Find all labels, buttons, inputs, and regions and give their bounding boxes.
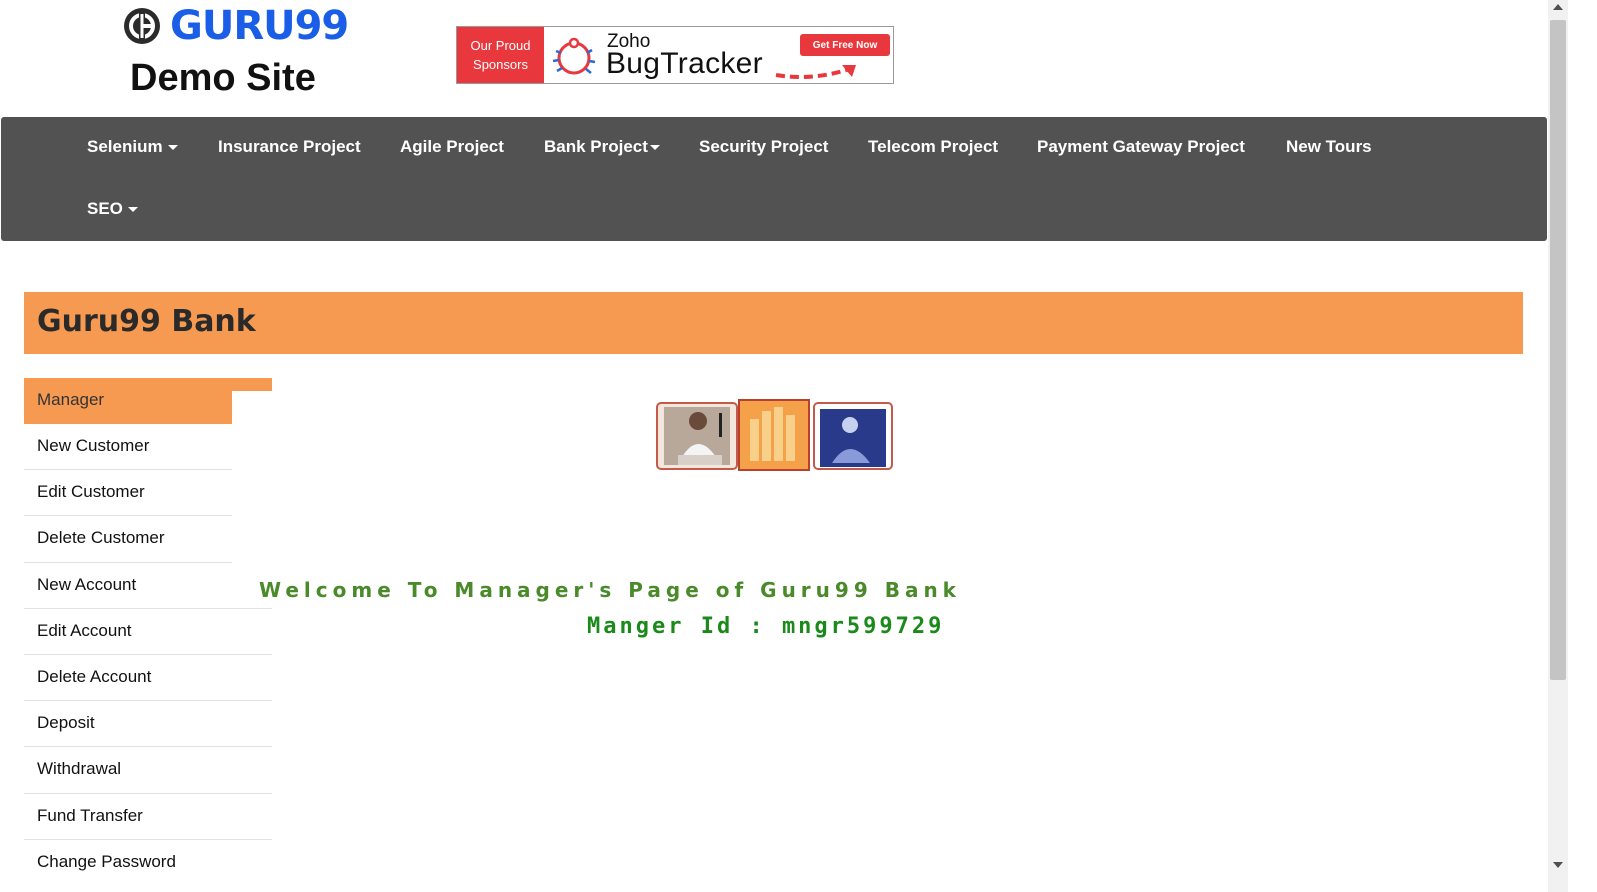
nav-insurance-project-label: Insurance Project <box>218 137 361 156</box>
menu-item-delete-account[interactable]: Delete Account <box>24 655 272 702</box>
scrollbar-thumb[interactable] <box>1550 20 1566 680</box>
sponsor-banner[interactable]: Our Proud Sponsors Zoho BugTracker Get F… <box>456 26 894 84</box>
menu-item-edit-account[interactable]: Edit Account <box>24 609 272 655</box>
menu-item-label: Edit Customer <box>37 482 145 502</box>
menu-item-label: Fund Transfer <box>37 805 143 825</box>
menu-item-withdrawal[interactable]: Withdrawal <box>24 747 272 794</box>
logo-subtitle: Demo Site <box>130 57 316 99</box>
manager-menu: Manager New Customer Edit Customer Delet… <box>24 378 272 886</box>
nav-agile-project[interactable]: Agile Project <box>400 137 504 157</box>
bug-icon <box>552 37 596 75</box>
menu-item-label: Deposit <box>37 713 95 733</box>
nav-payment-gateway-project[interactable]: Payment Gateway Project <box>1037 137 1245 157</box>
vertical-scrollbar[interactable] <box>1548 0 1568 892</box>
nav-bank-project[interactable]: Bank Project <box>544 137 660 157</box>
nav-selenium-label: Selenium <box>87 137 163 156</box>
bank-header-images <box>656 399 893 471</box>
sponsor-ad[interactable]: Zoho BugTracker Get Free Now <box>544 27 893 83</box>
nav-telecom-project[interactable]: Telecom Project <box>868 137 998 157</box>
nav-bank-project-label: Bank Project <box>544 137 648 156</box>
caret-down-icon <box>127 207 138 213</box>
scroll-up-icon[interactable] <box>1553 4 1563 10</box>
menu-header-manager[interactable]: Manager <box>24 378 272 424</box>
nav-agile-project-label: Agile Project <box>400 137 504 156</box>
nav-seo-label: SEO <box>87 199 123 218</box>
sponsor-label-line1: Our Proud <box>470 38 531 53</box>
menu-item-edit-customer[interactable]: Edit Customer <box>24 470 272 517</box>
nav-insurance-project[interactable]: Insurance Project <box>218 137 361 157</box>
menu-item-label: Delete Account <box>37 666 152 686</box>
scroll-down-icon[interactable] <box>1553 862 1563 868</box>
menu-item-new-account[interactable]: New Account <box>24 563 272 609</box>
menu-item-change-password[interactable]: Change Password <box>24 840 272 886</box>
sponsor-label: Our Proud Sponsors <box>457 27 544 83</box>
main-navbar: Selenium Insurance Project Agile Project… <box>1 117 1547 241</box>
site-logo[interactable]: GURU99 Demo Site <box>122 4 352 104</box>
caret-down-icon <box>649 145 660 151</box>
menu-item-delete-customer[interactable]: Delete Customer <box>24 516 272 563</box>
menu-item-fund-transfer[interactable]: Fund Transfer <box>24 794 272 840</box>
menu-item-label: Edit Account <box>37 620 132 640</box>
menu-item-label: New Account <box>37 574 137 594</box>
nav-new-tours-label: New Tours <box>1286 137 1372 156</box>
nav-seo[interactable]: SEO <box>87 199 138 219</box>
caret-down-icon <box>167 145 178 151</box>
menu-item-deposit[interactable]: Deposit <box>24 701 272 748</box>
businessman-photo <box>656 402 738 470</box>
coins-photo <box>738 399 810 471</box>
menu-item-label: Delete Customer <box>37 528 165 548</box>
woman-photo <box>813 402 893 470</box>
menu-item-label: New Customer <box>37 436 150 455</box>
sponsor-brand-large: BugTracker <box>606 47 763 80</box>
nav-selenium[interactable]: Selenium <box>87 137 178 157</box>
menu-item-label: Withdrawal <box>37 759 122 779</box>
get-free-now-button[interactable]: Get Free Now <box>800 34 890 56</box>
nav-payment-gateway-project-label: Payment Gateway Project <box>1037 137 1245 156</box>
manager-id-text: Manger Id : mngr599729 <box>587 614 945 639</box>
welcome-message: Welcome To Manager's Page of Guru99 Bank <box>259 578 961 602</box>
dashed-arrow-icon <box>775 65 856 79</box>
sponsor-label-line2: Sponsors <box>473 57 528 72</box>
bank-banner: Guru99 Bank <box>24 292 1523 354</box>
nav-telecom-project-label: Telecom Project <box>868 137 999 156</box>
menu-item-label: Change Password <box>37 851 176 871</box>
nav-new-tours[interactable]: New Tours <box>1286 137 1372 157</box>
menu-header-label: Manager <box>37 390 105 409</box>
nav-security-project-label: Security Project <box>699 137 829 156</box>
logo-text: GURU99 <box>170 3 349 49</box>
guru99-logo-icon <box>124 8 160 44</box>
bank-title: Guru99 Bank <box>37 304 256 339</box>
menu-item-new-customer[interactable]: New Customer <box>24 424 272 471</box>
nav-security-project[interactable]: Security Project <box>699 137 828 157</box>
